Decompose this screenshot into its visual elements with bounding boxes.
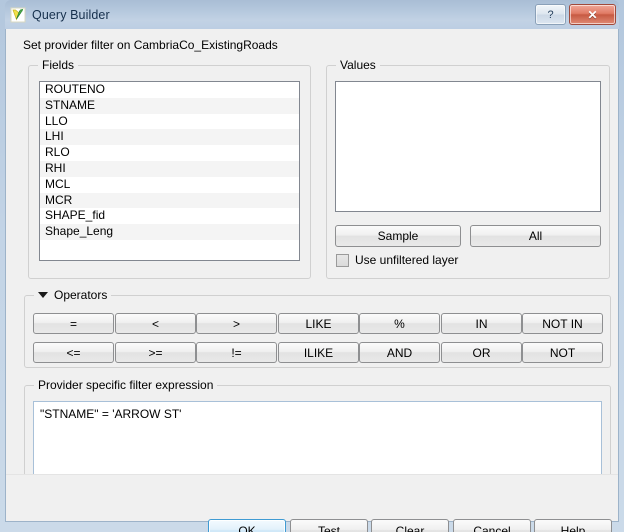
values-list[interactable] [335,81,601,212]
field-list-item[interactable]: RLO [40,145,299,161]
chevron-down-icon [38,292,48,298]
expression-group-label: Provider specific filter expression [34,378,218,392]
clear-button[interactable]: Clear [371,519,449,532]
field-list-item[interactable]: Shape_Leng [40,224,299,240]
titlebar-help-button[interactable]: ? [535,4,566,25]
operator-button-or[interactable]: OR [441,342,522,363]
operators-label-text: Operators [54,288,108,302]
ok-button[interactable]: OK [208,519,286,532]
dialog-client-area: Set provider filter on CambriaCo_Existin… [5,29,619,532]
window-title: Query Builder [32,7,110,22]
operator-button-[interactable]: != [196,342,277,363]
title-bar[interactable]: Query Builder ? ✕ [5,0,619,29]
field-list-item[interactable]: ROUTENO [40,82,299,98]
field-list-item[interactable]: LLO [40,113,299,130]
operator-button-[interactable]: > [196,313,277,334]
field-list-item[interactable]: MCR [40,192,299,209]
fields-list[interactable]: ROUTENO STNAME LLO LHI RLO RHI MCL MCR SHAPE_fid… [39,81,300,261]
checkbox-box[interactable] [336,253,349,267]
operator-button-ilike[interactable]: ILIKE [278,342,359,363]
dialog-button-bar [6,474,618,521]
field-list-item[interactable]: SHAPE_fid [40,208,299,225]
titlebar-close-button[interactable]: ✕ [569,4,616,25]
caption-button-group: ? ✕ [535,4,616,25]
use-unfiltered-layer-label: Use unfiltered layer [355,253,459,267]
operator-button-[interactable]: <= [33,342,114,363]
field-list-item[interactable]: RHI [40,160,299,177]
operator-button-not-in[interactable]: NOT IN [522,313,603,334]
operator-button-[interactable]: = [33,313,114,334]
help-button-bottom[interactable]: Help [534,519,612,532]
operator-button-like[interactable]: LIKE [278,313,359,334]
field-list-item[interactable]: STNAME [40,97,299,114]
operator-button-[interactable]: % [359,313,440,334]
operator-button-[interactable]: >= [115,342,196,363]
sample-values-button[interactable]: Sample [335,225,461,247]
operator-button-in[interactable]: IN [441,313,522,334]
qgis-query-icon [10,7,26,23]
operator-button-[interactable]: < [115,313,196,334]
use-unfiltered-layer-checkbox[interactable]: Use unfiltered layer [336,253,458,267]
operators-group-label[interactable]: Operators [34,288,112,302]
fields-group-label: Fields [38,58,79,72]
field-list-item[interactable]: MCL [40,176,299,193]
operator-button-not[interactable]: NOT [522,342,603,363]
query-builder-window: Query Builder ? ✕ Set provider filter on… [0,0,624,532]
operator-button-and[interactable]: AND [359,342,440,363]
field-list-item[interactable]: LHI [40,129,299,146]
all-values-button[interactable]: All [470,225,601,247]
provider-filter-headline: Set provider filter on CambriaCo_Existin… [23,38,278,52]
test-button[interactable]: Test [290,519,368,532]
values-group-label: Values [336,58,380,72]
cancel-button[interactable]: Cancel [453,519,531,532]
